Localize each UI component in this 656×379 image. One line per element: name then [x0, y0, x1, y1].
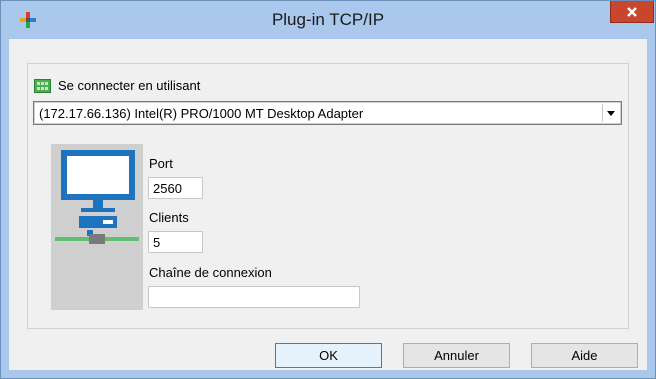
dialog-body: Se connecter en utilisant (172.17.66.136…	[9, 39, 647, 370]
window-title: Plug-in TCP/IP	[271, 10, 385, 29]
close-button[interactable]	[610, 1, 654, 23]
help-button[interactable]: Aide	[531, 343, 638, 368]
cancel-button[interactable]: Annuler	[403, 343, 510, 368]
computer-illustration	[51, 144, 143, 310]
clients-label: Clients	[149, 210, 189, 225]
dropdown-arrow-icon[interactable]	[602, 104, 619, 122]
title-bar[interactable]: Plug-in TCP/IP	[1, 1, 655, 39]
port-label: Port	[149, 156, 173, 171]
adapter-select[interactable]: (172.17.66.136) Intel(R) PRO/1000 MT Des…	[33, 101, 622, 125]
connection-string-label: Chaîne de connexion	[149, 265, 272, 280]
dialog-window: Plug-in TCP/IP Se connecter en utilisant…	[0, 0, 656, 379]
connection-string-input[interactable]	[148, 286, 360, 308]
connection-label: Se connecter en utilisant	[58, 78, 201, 93]
network-card-icon	[34, 79, 51, 93]
ok-button[interactable]: OK	[275, 343, 382, 368]
adapter-select-value: (172.17.66.136) Intel(R) PRO/1000 MT Des…	[39, 106, 364, 121]
clients-input[interactable]: 5	[148, 231, 203, 253]
close-icon	[627, 6, 637, 17]
port-input[interactable]: 2560	[148, 177, 203, 199]
